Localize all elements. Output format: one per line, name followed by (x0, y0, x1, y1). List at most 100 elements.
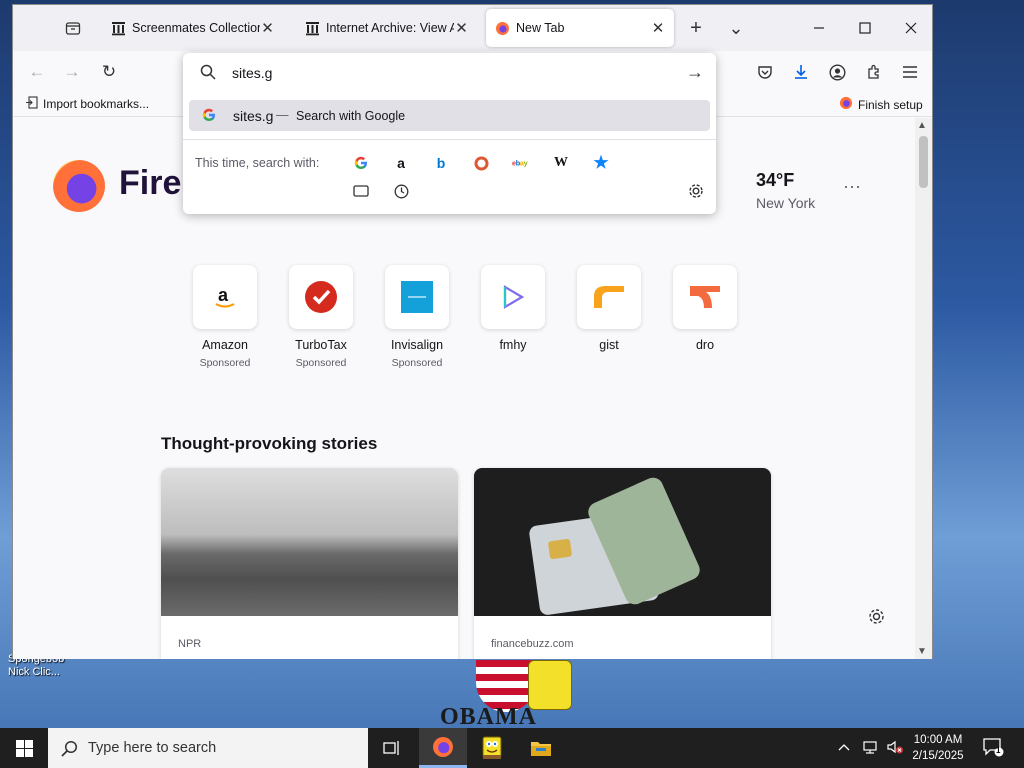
svg-text:ebay: ebay (512, 159, 528, 168)
new-tab-button[interactable]: + (681, 13, 711, 43)
one-off-label: This time, search with: (195, 156, 320, 170)
desktop-wallpaper-image: OBAMA (440, 660, 600, 730)
top-site-dro[interactable]: dro (657, 265, 753, 357)
hamburger-menu-icon[interactable] (896, 58, 924, 86)
pocket-icon[interactable] (751, 58, 779, 86)
dropdown-divider (183, 139, 716, 140)
list-all-tabs-button[interactable]: ⌄ (721, 13, 751, 43)
go-arrow-icon[interactable]: → (686, 62, 704, 83)
task-view-icon[interactable] (368, 728, 416, 768)
search-icon (200, 64, 216, 83)
weather-city[interactable]: New York (756, 195, 815, 211)
clock-date: 2/15/2025 (912, 750, 964, 762)
urlbar[interactable]: sites.g → (183, 53, 716, 93)
ebay-icon[interactable]: ebay (512, 154, 530, 172)
scroll-down-icon[interactable]: ▼ (917, 646, 927, 657)
top-site-invisalign[interactable]: Invisalign Sponsored (369, 265, 465, 369)
account-icon[interactable] (823, 58, 851, 86)
top-site-turbotax[interactable]: TurboTax Sponsored (273, 265, 369, 369)
tab-new-tab[interactable]: New Tab ✕ (486, 9, 674, 47)
notification-count: 1 (996, 746, 1001, 755)
google-icon[interactable] (352, 154, 370, 172)
taskbar-spongebob-icon[interactable] (468, 728, 516, 768)
finish-setup-button[interactable]: Finish setup (839, 96, 923, 113)
top-site-fmhy[interactable]: fmhy (465, 265, 561, 357)
firefox-logo-icon (53, 160, 105, 212)
turbotax-icon (289, 265, 353, 329)
show-hidden-icons-icon[interactable] (838, 739, 850, 754)
story-image (161, 468, 458, 616)
tab-title: Internet Archive: View Arc (326, 21, 455, 35)
firefox-icon (494, 20, 510, 36)
extensions-icon[interactable] (860, 58, 888, 86)
tab-internet-archive[interactable]: Internet Archive: View Arc ✕ (297, 9, 477, 47)
firefox-icon (839, 96, 853, 113)
customize-gear-icon[interactable] (868, 608, 885, 630)
play-icon (481, 265, 545, 329)
top-site-gist[interactable]: gist (561, 265, 657, 357)
google-icon (202, 108, 216, 125)
tab-bar: Screenmates Collection Bo ✕ Internet Arc… (13, 5, 932, 51)
windows-taskbar: Type here to search 10:00 AM 2/15/2025 1 (0, 728, 1024, 768)
bookmarks-star-icon[interactable]: ★ (592, 153, 610, 172)
stories-heading: Thought-provoking stories (161, 434, 378, 453)
minimize-button[interactable] (796, 13, 842, 43)
network-icon[interactable] (862, 739, 880, 758)
tab-screenmates[interactable]: Screenmates Collection Bo ✕ (103, 9, 283, 47)
amazon-icon: a (193, 265, 257, 329)
scroll-up-icon[interactable]: ▲ (917, 120, 927, 131)
story-card[interactable]: financebuzz.com (474, 468, 771, 659)
bing-icon[interactable]: b (432, 154, 450, 172)
import-bookmarks-button[interactable]: Import bookmarks... (25, 96, 149, 112)
taskbar-search-placeholder: Type here to search (88, 740, 217, 756)
weather-temperature[interactable]: 34°F (756, 170, 794, 191)
downloads-icon[interactable] (787, 58, 815, 86)
forward-arrow-icon[interactable]: → (58, 58, 86, 86)
archive-icon (111, 20, 126, 36)
invisalign-icon (385, 265, 449, 329)
firefox-window: Screenmates Collection Bo ✕ Internet Arc… (12, 4, 933, 659)
suggestion-separator: — (276, 108, 289, 122)
story-card[interactable]: NPR (161, 468, 458, 659)
poster-text: OBAMA (440, 704, 537, 730)
search-suggestion-row[interactable]: sites.g — Search with Google (189, 100, 710, 131)
gist-icon (577, 265, 641, 329)
history-icon[interactable] (392, 182, 410, 200)
story-source: NPR (178, 638, 202, 650)
story-image (474, 468, 771, 616)
close-tab-icon[interactable]: ✕ (260, 19, 275, 37)
tabs-icon[interactable] (352, 182, 370, 200)
close-tab-icon[interactable]: ✕ (650, 19, 666, 37)
search-settings-gear-icon[interactable] (687, 182, 705, 200)
taskbar-clock[interactable]: 10:00 AM 2/15/2025 (908, 732, 968, 764)
back-arrow-icon[interactable]: ← (23, 58, 51, 86)
notifications-icon[interactable]: 1 (982, 737, 1004, 760)
close-window-button[interactable] (888, 13, 934, 43)
suggestion-action: Search with Google (296, 109, 406, 123)
close-tab-icon[interactable]: ✕ (454, 19, 469, 37)
archive-icon (305, 20, 320, 36)
clock-time: 10:00 AM (913, 734, 963, 746)
wikipedia-icon[interactable]: W (552, 154, 570, 172)
page-scrollbar[interactable]: ▲ ▼ (915, 118, 932, 659)
story-source: financebuzz.com (491, 638, 574, 650)
suggestion-query: sites.g (233, 108, 274, 124)
maximize-button[interactable] (842, 13, 888, 43)
urlbar-input[interactable]: sites.g (232, 65, 272, 81)
urlbar-dropdown: sites.g → sites.g — Search with Google T… (183, 53, 716, 214)
dro-icon (673, 265, 737, 329)
taskbar-search-box[interactable]: Type here to search (48, 728, 368, 768)
top-site-amazon[interactable]: a Amazon Sponsored (177, 265, 273, 369)
taskbar-firefox-icon[interactable] (419, 728, 467, 768)
svg-text:a: a (218, 285, 229, 305)
weather-more-icon[interactable]: ··· (843, 176, 861, 197)
volume-muted-icon[interactable] (886, 739, 904, 758)
search-icon (61, 740, 78, 760)
firefox-view-icon[interactable] (58, 13, 88, 43)
reload-icon[interactable]: ↻ (95, 58, 123, 86)
windows-start-icon[interactable] (0, 728, 48, 768)
taskbar-file-explorer-icon[interactable] (517, 728, 565, 768)
scroll-thumb[interactable] (919, 136, 928, 188)
duckduckgo-icon[interactable] (472, 154, 490, 172)
amazon-icon[interactable]: a (392, 154, 410, 172)
